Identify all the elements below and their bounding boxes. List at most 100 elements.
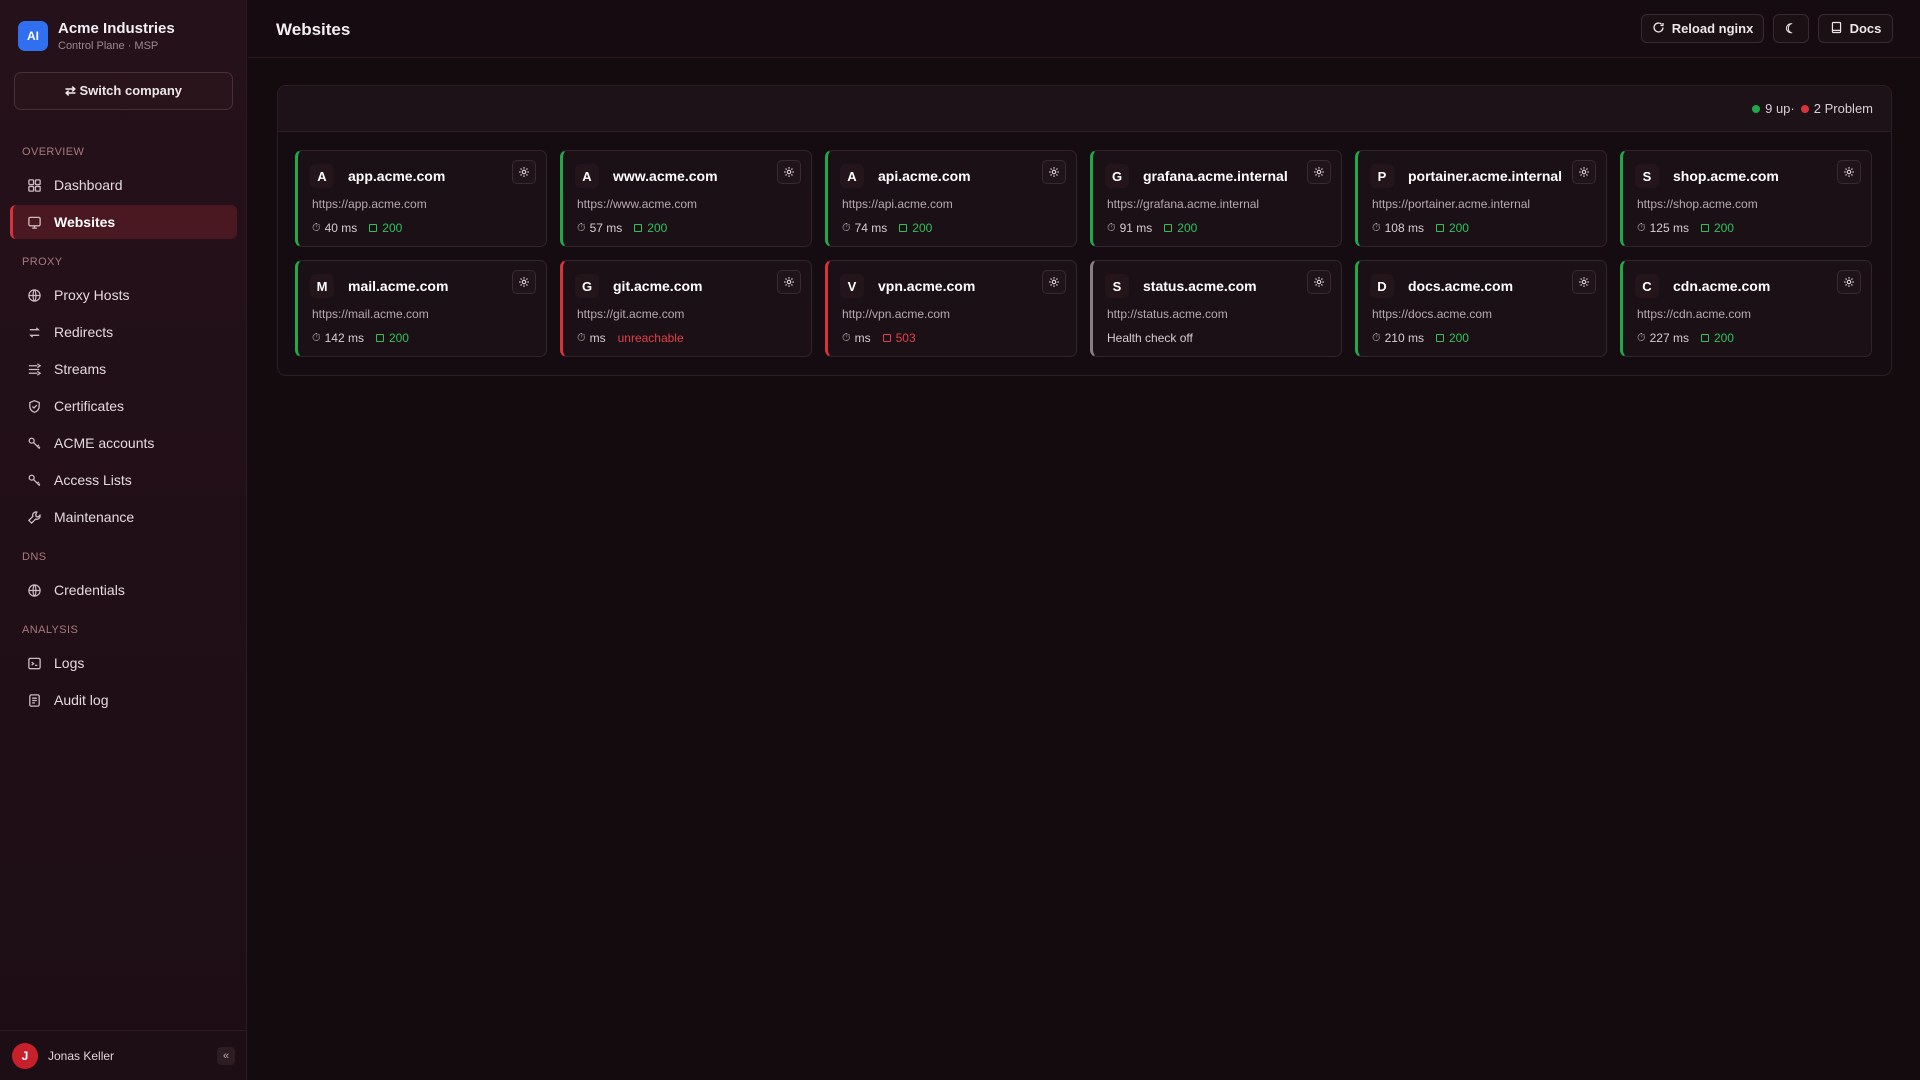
sidebar-item-dashboard[interactable]: Dashboard (10, 168, 237, 202)
gear-icon[interactable] (512, 160, 536, 184)
website-card[interactable]: Ggrafana.acme.internal https://grafana.ac… (1090, 150, 1342, 247)
reload-nginx-label: Reload nginx (1671, 21, 1754, 36)
page-title: Websites (276, 20, 351, 39)
sidebar-item-access-lists[interactable]: Access Lists (10, 463, 237, 497)
sidebar-item-credentials[interactable]: Credentials (10, 573, 237, 607)
status-square-icon (1435, 224, 1444, 232)
website-card[interactable]: Vvpn.acme.com http://vpn.acme.com ⏱ ms 503 (825, 260, 1077, 357)
site-url[interactable]: https://mail.acme.com (312, 307, 429, 321)
website-card[interactable]: Aapp.acme.com https://app.acme.com ⏱ 40 ms 2… (295, 150, 547, 247)
sidebar-item-label: Streams (54, 361, 107, 377)
status-summary: 9 up· 2 Problem (1752, 101, 1873, 116)
response-time: 227 ms (1649, 331, 1689, 345)
site-url[interactable]: http://status.acme.com (1107, 307, 1228, 321)
theme-toggle-button[interactable]: ☾ (1773, 14, 1809, 43)
site-host[interactable]: cdn.acme.com (1673, 278, 1770, 294)
site-host[interactable]: grafana.acme.internal (1143, 168, 1288, 184)
site-url[interactable]: https://docs.acme.com (1372, 307, 1492, 321)
site-url[interactable]: https://cdn.acme.com (1637, 307, 1751, 321)
website-card[interactable]: Sshop.acme.com https://shop.acme.com ⏱ 125 … (1620, 150, 1872, 247)
site-metrics: ⏱ ms 503 (842, 331, 916, 345)
website-card[interactable]: Ddocs.acme.com https://docs.acme.com ⏱ 210 … (1355, 260, 1607, 357)
user-menu[interactable]: J Jonas Keller « (0, 1030, 247, 1080)
wrench-icon (26, 509, 42, 525)
gear-icon[interactable] (1042, 160, 1066, 184)
collapse-sidebar-button[interactable]: « (217, 1047, 235, 1065)
response-time: 142 ms (324, 331, 364, 345)
site-host[interactable]: shop.acme.com (1673, 168, 1779, 184)
docs-button[interactable]: Docs (1818, 14, 1893, 43)
moon-icon: ☾ (1785, 20, 1797, 36)
sidebar-item-acme-accounts[interactable]: ACME accounts (10, 426, 237, 460)
status-code: 200 (1713, 221, 1734, 235)
site-host[interactable]: git.acme.com (613, 278, 702, 294)
site-initial: G (575, 274, 599, 298)
sidebar-item-websites[interactable]: Websites (10, 205, 237, 239)
status-square-icon (634, 224, 643, 232)
site-initial: G (1105, 164, 1129, 188)
switch-company-button[interactable]: ⇄ Switch company (14, 72, 233, 110)
site-url[interactable]: https://git.acme.com (577, 307, 684, 321)
site-host[interactable]: app.acme.com (348, 168, 445, 184)
sidebar-item-proxy-hosts[interactable]: Proxy Hosts (10, 278, 237, 312)
status-badge: unreachable (618, 331, 684, 345)
status-code: 200 (1448, 331, 1469, 345)
gear-icon[interactable] (1572, 270, 1596, 294)
site-host[interactable]: api.acme.com (878, 168, 971, 184)
site-host[interactable]: portainer.acme.internal (1408, 168, 1562, 184)
redirect-icon (26, 324, 42, 340)
reload-nginx-button[interactable]: Reload nginx (1641, 14, 1764, 43)
sidebar-item-audit-log[interactable]: Audit log (10, 683, 237, 717)
gear-icon[interactable] (512, 270, 536, 294)
website-card[interactable]: Mmail.acme.com https://mail.acme.com ⏱ 142 … (295, 260, 547, 357)
site-metrics: ⏱ 125 ms 200 (1637, 221, 1734, 235)
gear-icon[interactable] (1042, 270, 1066, 294)
site-url[interactable]: http://vpn.acme.com (842, 307, 950, 321)
gear-icon[interactable] (777, 160, 801, 184)
sidebar-item-label: Certificates (54, 398, 125, 414)
status-badge: 200 (1435, 331, 1469, 345)
status-code: unreachable (617, 331, 684, 345)
site-initial: S (1635, 164, 1659, 188)
site-url[interactable]: https://shop.acme.com (1637, 197, 1758, 211)
site-initial: S (1105, 274, 1129, 298)
gear-icon[interactable] (1307, 160, 1331, 184)
site-host[interactable]: www.acme.com (613, 168, 718, 184)
site-host[interactable]: status.acme.com (1143, 278, 1257, 294)
site-url[interactable]: https://portainer.acme.internal (1372, 197, 1530, 211)
site-url[interactable]: https://api.acme.com (842, 197, 953, 211)
gear-icon[interactable] (1572, 160, 1596, 184)
gear-icon[interactable] (1307, 270, 1331, 294)
site-url[interactable]: https://grafana.acme.internal (1107, 197, 1259, 211)
website-card[interactable]: Sstatus.acme.com http://status.acme.com He… (1090, 260, 1342, 357)
sidebar-item-logs[interactable]: Logs (10, 646, 237, 680)
site-host[interactable]: docs.acme.com (1408, 278, 1513, 294)
sidebar-item-redirects[interactable]: Redirects (10, 315, 237, 349)
sidebar-item-certificates[interactable]: Certificates (10, 389, 237, 423)
site-host[interactable]: vpn.acme.com (878, 278, 975, 294)
site-host[interactable]: mail.acme.com (348, 278, 448, 294)
website-card[interactable]: Ggit.acme.com https://git.acme.com ⏱ ms unre… (560, 260, 812, 357)
site-url[interactable]: https://app.acme.com (312, 197, 427, 211)
status-square-icon (1435, 334, 1444, 342)
gear-icon[interactable] (777, 270, 801, 294)
site-initial: A (840, 164, 864, 188)
site-url[interactable]: https://www.acme.com (577, 197, 697, 211)
site-initial: A (310, 164, 334, 188)
gear-icon[interactable] (1837, 160, 1861, 184)
site-metrics: ⏱ 57 ms 200 (577, 221, 667, 235)
gear-icon[interactable] (1837, 270, 1861, 294)
status-square-icon (1164, 224, 1173, 232)
sidebar-item-streams[interactable]: Streams (10, 352, 237, 386)
site-metrics: ⏱ 210 ms 200 (1372, 331, 1469, 345)
sidebar-item-label: Websites (54, 214, 116, 230)
site-metrics: ⏱ 108 ms 200 (1372, 221, 1469, 235)
sidebar-item-maintenance[interactable]: Maintenance (10, 500, 237, 534)
website-card[interactable]: Pportainer.acme.internal https://portaine… (1355, 150, 1607, 247)
globe-icon (26, 287, 42, 303)
brand[interactable]: AI Acme Industries Control Plane · MSP (18, 20, 175, 52)
website-card[interactable]: Ccdn.acme.com https://cdn.acme.com ⏱ 227 ms… (1620, 260, 1872, 357)
website-card[interactable]: Aapi.acme.com https://api.acme.com ⏱ 74 ms 2… (825, 150, 1077, 247)
avatar: J (12, 1042, 38, 1069)
website-card[interactable]: Awww.acme.com https://www.acme.com ⏱ 57 ms 2… (560, 150, 812, 247)
